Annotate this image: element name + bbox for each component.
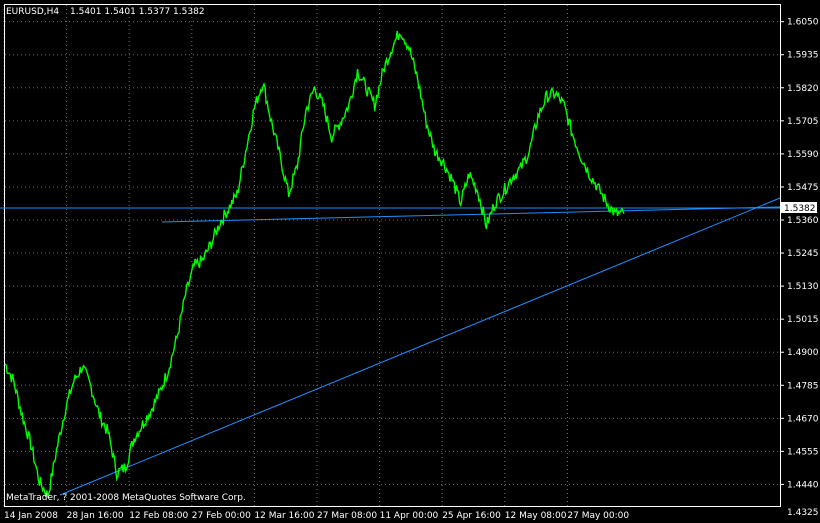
y-tick-label: 1.4900 <box>787 348 819 358</box>
y-tick-label: 1.4555 <box>787 447 819 457</box>
y-tick-label: 1.4325 <box>787 508 819 518</box>
x-tick-label: 25 Apr 16:00 <box>442 511 501 521</box>
x-tick-label: 12 Mar 16:00 <box>254 511 314 521</box>
current-price-tag: 1.5382 <box>781 202 817 214</box>
x-tick-label: 27 Mar 08:00 <box>317 511 377 521</box>
x-tick-label: 12 Feb 08:00 <box>129 511 188 521</box>
price-series-line <box>4 30 625 499</box>
y-tick-label: 1.5935 <box>787 51 819 61</box>
copyright-label: MetaTrader, ? 2001-2008 MetaQuotes Softw… <box>6 493 246 503</box>
price-chart[interactable]: 1.6050 1.5935 1.5820 1.5705 1.5590 1.5475 1.53… <box>0 0 820 523</box>
y-tick-label: 1.5130 <box>787 282 819 292</box>
x-tick-label: 27 Feb 00:00 <box>192 511 251 521</box>
y-tick-label: 1.4670 <box>787 414 819 424</box>
current-price-value: 1.5382 <box>784 204 816 214</box>
y-tick-label: 1.4440 <box>787 480 819 490</box>
x-tick-label: 28 Jan 16:00 <box>67 511 124 521</box>
y-tick-label: 1.5360 <box>787 216 819 226</box>
support-trend-line[interactable] <box>59 197 781 496</box>
x-tick-label: 11 Apr 00:00 <box>380 511 439 521</box>
y-tick-label: 1.5705 <box>787 117 819 127</box>
chart-window[interactable]: 1.6050 1.5935 1.5820 1.5705 1.5590 1.5475 1.53… <box>0 0 820 523</box>
y-tick-label: 1.6050 <box>787 18 819 28</box>
y-tick-label: 1.4785 <box>787 381 819 391</box>
y-tick-label: 1.5475 <box>787 183 819 193</box>
y-tick-label: 1.5590 <box>787 150 819 160</box>
chart-frame <box>4 4 781 507</box>
x-tick-label: 14 Jan 2008 <box>4 511 58 521</box>
x-tick-label: 12 May 08:00 <box>505 511 567 521</box>
y-tick-label: 1.5820 <box>787 84 819 94</box>
x-tick-label: 27 May 00:00 <box>567 511 629 521</box>
ohlc-label: 1.5401 1.5401 1.5377 1.5382 <box>70 7 205 17</box>
y-tick-label: 1.5015 <box>787 315 819 325</box>
y-tick-label: 1.5245 <box>787 249 819 259</box>
symbol-label: EURUSD,H4 <box>6 7 59 17</box>
